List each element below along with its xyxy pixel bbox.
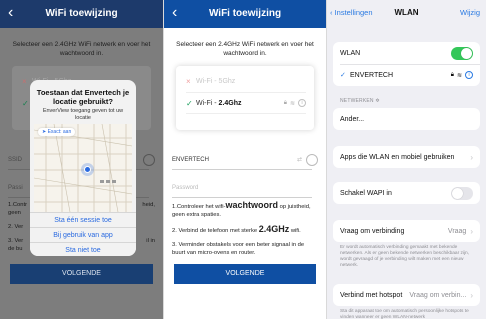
other-network-row[interactable]: Ander...	[333, 108, 480, 130]
wifi-2ghz-prefix: Wi-Fi -	[196, 99, 219, 107]
left-ssid-partial: SSID	[8, 156, 23, 163]
lock-icon: 🔒︎	[450, 71, 454, 78]
ios-nav-bar: ‹ Instellingen WLAN Wijzig	[327, 0, 486, 26]
wapi-toggle[interactable]	[451, 186, 473, 200]
password-placeholder: Password	[172, 184, 199, 191]
networks-header-label: NETWERKEN	[340, 98, 374, 104]
ask-footer: Er wordt automatisch verbinding gemaakt …	[340, 245, 470, 268]
left-step2-partial: 2. Ver	[8, 224, 24, 230]
dialog-subtitle: EnverView toegang geven tot uw locatie	[42, 108, 124, 121]
exact-location-toggle[interactable]: ➤ Exact: aan	[38, 128, 76, 136]
left-step1-tail: heid,	[142, 202, 155, 208]
location-permission-dialog: Toestaan dat Envertech je locatie gebrui…	[30, 80, 136, 256]
remember-toggle[interactable]	[306, 153, 318, 166]
hotspot-label: Verbind met hotspot	[340, 291, 403, 299]
connected-network-row[interactable]: ✓ ENVERTECH 🔒︎ ≋ i	[333, 64, 480, 86]
left-step3-partial: 3. Ver	[8, 238, 24, 244]
ssid-value: ENVERTECH	[172, 156, 209, 163]
step1-emphasis: wachtwoord	[225, 200, 278, 210]
wifi-signal-icon: ≋	[456, 72, 462, 79]
next-button[interactable]: VOLGENDE	[174, 264, 316, 284]
wifi-2ghz-row[interactable]: ✓ Wi-Fi - 2.4Ghz 🔒︎ ≋ i	[186, 92, 306, 114]
left-step3-tail: il in	[146, 238, 155, 244]
check-icon: ✓	[340, 72, 346, 79]
middle-steps: 1.Controleer het wifi-wachtwoord op juis…	[172, 201, 318, 263]
chevron-right-icon: ›	[470, 290, 473, 300]
info-icon[interactable]: i	[465, 71, 473, 79]
left-instruction: Selecteer een 2.4GHz WiFi netwerk en voe…	[12, 41, 151, 57]
networks-header: NETWERKEN ✲	[340, 98, 380, 104]
step-3: 3. Verminder obstakels voor een beter si…	[172, 242, 305, 256]
map-streets	[34, 124, 132, 212]
step2-text-a: 2. Verbind de telefoon met sterke	[172, 228, 259, 234]
step2-text-b: wifi.	[289, 228, 301, 234]
wapi-row: Schakel WAPI in	[333, 182, 480, 204]
hotspot-value: Vraag om verbin...	[409, 291, 467, 299]
wapi-label: Schakel WAPI in	[340, 189, 392, 197]
ask-to-join-row[interactable]: Vraag om verbinding Vraag ›	[333, 220, 480, 242]
left-step3-line2: de bu	[8, 246, 23, 252]
step-1: 1.Controleer het wifi-wachtwoord op juis…	[172, 201, 318, 219]
left-header-title: WiFi toewijzing	[45, 8, 118, 19]
wifi-network-list: × Wi-Fi - 5Ghz ✓ Wi-Fi - 2.4Ghz 🔒︎ ≋ i	[176, 66, 314, 130]
other-network-group: Ander...	[333, 108, 480, 130]
wapi-group: Schakel WAPI in	[333, 182, 480, 204]
wifi-signal-icon: ≋	[289, 100, 295, 107]
left-screen: ‹ WiFi toewijzing Selecteer een 2.4GHz W…	[0, 0, 163, 319]
allow-while-using-button[interactable]: Bij gebruik van app	[30, 227, 136, 242]
ask-to-join-label: Vraag om verbinding	[340, 227, 405, 235]
left-header: ‹ WiFi toewijzing	[0, 0, 163, 28]
dialog-title: Toestaan dat Envertech je locatie gebrui…	[36, 88, 130, 106]
apps-wlan-row[interactable]: Apps die WLAN en mobiel gebruiken ›	[333, 146, 480, 168]
hotspot-footer: Sta dit apparaat toe om automatisch pers…	[340, 309, 469, 319]
ask-group: Vraag om verbinding Vraag ›	[333, 220, 480, 242]
middle-instruction: Selecteer een 2.4GHz WiFi netwerk en voe…	[176, 41, 314, 57]
chevron-right-icon: ›	[470, 152, 473, 162]
left-pass-partial: Passi	[8, 184, 23, 191]
apps-group: Apps die WLAN en mobiel gebruiken ›	[333, 146, 480, 168]
wifi-5ghz-prefix: Wi-Fi -	[196, 77, 219, 85]
left-step1-line2: geen	[8, 210, 21, 216]
left-next-button[interactable]: VOLGENDE	[10, 264, 153, 284]
wlan-toggle[interactable]	[451, 46, 473, 60]
other-network-label: Ander...	[340, 115, 365, 123]
chevron-right-icon: ›	[470, 226, 473, 236]
info-icon[interactable]: i	[298, 99, 306, 107]
lock-icon: 🔒︎	[283, 99, 287, 106]
left-step1-partial: 1.Contr	[8, 202, 28, 208]
ask-to-join-value: Vraag	[447, 227, 467, 235]
step-2: 2. Verbind de telefoon met sterke 2.4GHz…	[172, 225, 318, 235]
hotspot-group: Verbind met hotspot Vraag om verbin... ›	[333, 284, 480, 306]
wlan-label: WLAN	[340, 49, 361, 57]
step2-emphasis: 2.4GHz	[258, 224, 290, 234]
check-icon: ✓	[186, 98, 193, 108]
step1-text-a: 1.Controleer het wifi-	[172, 204, 226, 210]
connected-network-name: ENVERTECH	[350, 71, 394, 79]
deny-button[interactable]: Sta niet toe	[30, 242, 136, 256]
disabled-x-icon: ×	[186, 76, 191, 86]
middle-screen: ‹ WiFi toewijzing Selecteer een 2.4GHz W…	[164, 0, 326, 319]
wlan-row: WLAN	[333, 42, 480, 64]
exact-location-label: Exact: aan	[47, 129, 72, 135]
edit-icon[interactable]: ⇄	[297, 156, 302, 163]
edit-button[interactable]: Wijzig	[460, 8, 480, 17]
left-side-circle	[143, 153, 155, 166]
wlan-group: WLAN ✓ ENVERTECH 🔒︎ ≋ i	[333, 42, 480, 86]
wifi-5ghz-name: 5Ghz	[218, 77, 236, 85]
middle-header-title: WiFi toewijzing	[208, 8, 282, 19]
right-screen: ‹ Instellingen WLAN Wijzig WLAN ✓ ENVERT…	[327, 0, 486, 319]
password-field[interactable]: Password	[172, 178, 312, 198]
loading-spinner-icon: ✲	[375, 98, 380, 104]
location-dot-icon	[84, 166, 91, 173]
allow-once-button[interactable]: Sta één sessie toe	[30, 212, 136, 227]
ssid-field[interactable]: ENVERTECH ⇄	[172, 150, 318, 170]
hotspot-row[interactable]: Verbind met hotspot Vraag om verbin... ›	[333, 284, 480, 306]
wifi-2ghz-name: 2.4Ghz	[218, 99, 242, 107]
wifi-5ghz-row[interactable]: × Wi-Fi - 5Ghz	[186, 70, 306, 92]
location-map: ➤ Exact: aan	[34, 124, 132, 212]
apps-wlan-label: Apps die WLAN en mobiel gebruiken	[340, 153, 455, 161]
middle-header: ‹ WiFi toewijzing	[164, 0, 326, 28]
